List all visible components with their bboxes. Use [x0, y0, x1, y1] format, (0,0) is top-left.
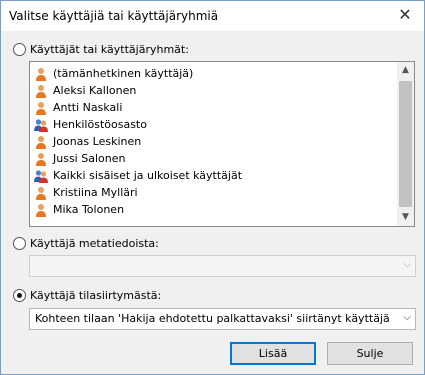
metadata-radio[interactable]: [13, 237, 26, 250]
transition-option-label: Käyttäjä tilasiirtymästä:: [30, 289, 162, 302]
list-item-label: Kristiina Mylläri: [53, 186, 138, 199]
close-button[interactable]: Sulje: [327, 342, 413, 365]
list-item[interactable]: Kaikki sisäiset ja ulkoiset käyttäjät: [34, 167, 396, 184]
list-item-label: Antti Naskali: [53, 101, 123, 114]
list-item-label: Aleksi Kallonen: [53, 84, 137, 97]
list-item-label: (tämänhetkinen käyttäjä): [53, 67, 194, 80]
scroll-down-icon[interactable]: ▼: [397, 209, 414, 226]
users-radio[interactable]: [13, 43, 26, 56]
transition-combo-value: Kohteen tilaan 'Hakija ehdotettu palkatt…: [35, 312, 390, 325]
users-option[interactable]: Käyttäjät tai käyttäjäryhmät:: [13, 43, 189, 56]
user-icon: [34, 203, 48, 217]
chevron-down-icon: ⌵: [403, 259, 411, 270]
dialog-title: Valitse käyttäjiä tai käyttäjäryhmiä: [9, 9, 219, 23]
scroll-thumb[interactable]: [399, 81, 412, 207]
add-button[interactable]: Lisää: [230, 342, 316, 365]
list-item[interactable]: Jussi Salonen: [34, 150, 396, 167]
list-item-label: Henkilöstöosasto: [53, 118, 147, 131]
list-item[interactable]: Mika Tolonen: [34, 201, 396, 218]
list-item[interactable]: Aleksi Kallonen: [34, 82, 396, 99]
chevron-down-icon: ⌵: [403, 312, 411, 323]
user-icon: [34, 135, 48, 149]
list-item[interactable]: Henkilöstöosasto: [34, 116, 396, 133]
user-icon: [34, 152, 48, 166]
list-item-label: Jussi Salonen: [53, 152, 126, 165]
list-item[interactable]: Joonas Leskinen: [34, 133, 396, 150]
user-icon: [34, 67, 48, 81]
metadata-option[interactable]: Käyttäjä metatiedoista:: [13, 237, 159, 250]
user-icon: [34, 101, 48, 115]
user-icon: [34, 186, 48, 200]
list-item[interactable]: (tämänhetkinen käyttäjä): [34, 65, 396, 82]
close-icon[interactable]: ✕: [396, 6, 414, 24]
metadata-combo[interactable]: ⌵: [29, 255, 416, 277]
dialog-window: Valitse käyttäjiä tai käyttäjäryhmiä ✕ K…: [0, 0, 425, 375]
title-bar: Valitse käyttäjiä tai käyttäjäryhmiä ✕: [1, 1, 424, 31]
list-scrollbar[interactable]: ▲ ▼: [397, 62, 414, 226]
group-icon: [34, 118, 48, 132]
list-item-label: Joonas Leskinen: [53, 135, 142, 148]
metadata-option-label: Käyttäjä metatiedoista:: [30, 237, 159, 250]
users-option-label: Käyttäjät tai käyttäjäryhmät:: [30, 43, 189, 56]
user-icon: [34, 84, 48, 98]
list-item[interactable]: Kristiina Mylläri: [34, 184, 396, 201]
list-item-label: Kaikki sisäiset ja ulkoiset käyttäjät: [53, 169, 243, 182]
transition-combo[interactable]: Kohteen tilaan 'Hakija ehdotettu palkatt…: [29, 308, 416, 330]
transition-radio[interactable]: [13, 289, 26, 302]
list-item[interactable]: Antti Naskali: [34, 99, 396, 116]
group-icon: [34, 169, 48, 183]
users-listbox[interactable]: (tämänhetkinen käyttäjä) Aleksi Kallonen A…: [29, 61, 415, 227]
scroll-up-icon[interactable]: ▲: [397, 62, 414, 79]
transition-option[interactable]: Käyttäjä tilasiirtymästä:: [13, 289, 161, 302]
list-item-label: Mika Tolonen: [53, 203, 125, 216]
users-list: (tämänhetkinen käyttäjä) Aleksi Kallonen A…: [34, 65, 396, 218]
